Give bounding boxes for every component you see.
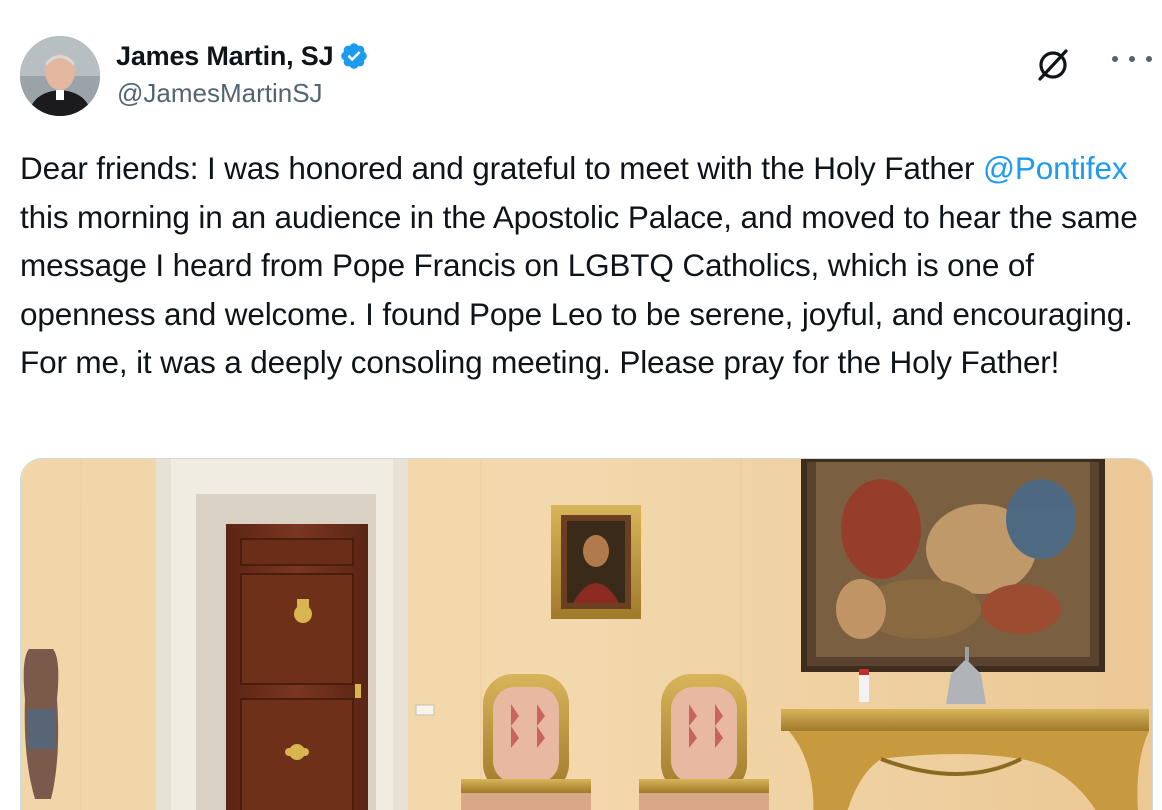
author-avatar[interactable] xyxy=(20,36,100,116)
more-dot xyxy=(1146,56,1152,62)
tweet-card[interactable]: James Martin, SJ @JamesMartinSJ Dear fri… xyxy=(0,0,1162,810)
more-options-icon[interactable] xyxy=(1112,44,1152,74)
palace-room-photo xyxy=(21,459,1152,810)
mention-link[interactable]: @Pontifex xyxy=(983,150,1128,186)
tweet-text-part: Dear friends: I was honored and grateful… xyxy=(20,150,984,186)
author-name-row[interactable]: James Martin, SJ xyxy=(116,38,369,74)
tweet-text: Dear friends: I was honored and grateful… xyxy=(20,144,1145,387)
avatar-photo-icon xyxy=(20,36,100,116)
more-dot xyxy=(1112,56,1118,62)
verified-badge-icon xyxy=(341,43,368,69)
more-dot xyxy=(1129,56,1135,62)
author-handle[interactable]: @JamesMartinSJ xyxy=(117,78,323,109)
grok-icon[interactable] xyxy=(1033,44,1073,84)
author-display-name[interactable]: James Martin, SJ xyxy=(116,41,334,72)
tweet-text-part: this morning in an audience in the Apost… xyxy=(20,198,1138,381)
tweet-media-photo[interactable] xyxy=(20,458,1153,810)
